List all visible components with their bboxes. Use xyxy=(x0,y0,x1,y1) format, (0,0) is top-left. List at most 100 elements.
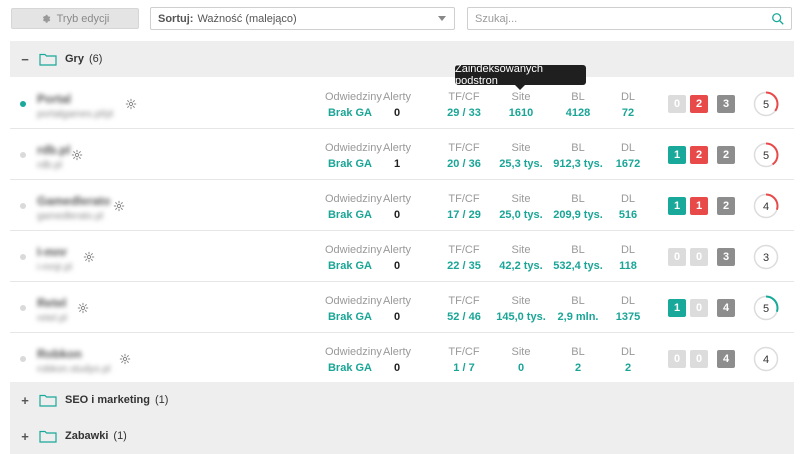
site-info[interactable]: Portal portalgames.pl/pl xyxy=(37,92,113,120)
count-badge[interactable]: 0 xyxy=(690,350,708,368)
metric-tfcf: TF/CF 17 / 29 xyxy=(435,193,493,221)
expand-icon[interactable]: + xyxy=(20,429,30,444)
metric-value: 0 xyxy=(393,209,401,221)
gear-icon[interactable] xyxy=(83,251,95,263)
edit-mode-button[interactable]: Tryb edycji xyxy=(11,8,139,29)
table-row[interactable]: Gamedlerato gamedlerato.pl Odwiedziny Br… xyxy=(10,180,794,231)
site-name: Robkon xyxy=(37,347,82,361)
metric-value[interactable]: Brak GA xyxy=(325,311,375,323)
count-badge[interactable]: 1 xyxy=(668,197,686,215)
gear-icon[interactable] xyxy=(119,353,131,365)
metric-label: Odwiedziny xyxy=(325,244,382,256)
metric-label: DL xyxy=(620,142,636,154)
metric-bl: BL 2,9 mln. xyxy=(545,295,611,323)
metric-label: TF/CF xyxy=(448,193,480,205)
metric-value[interactable]: Brak GA xyxy=(325,158,375,170)
site-info[interactable]: rdb.pl rdb.pl xyxy=(37,143,70,171)
gear-icon[interactable] xyxy=(71,149,83,161)
site-info[interactable]: Gamedlerato gamedlerato.pl xyxy=(37,194,110,222)
count-badge[interactable]: 2 xyxy=(690,95,708,113)
metric-value: 2 xyxy=(574,362,582,374)
site-info[interactable]: I-mnr i-mnjr.pl xyxy=(37,245,72,273)
metric-value: 22 / 35 xyxy=(447,260,481,272)
metric-label: Alerty xyxy=(382,295,412,307)
metric-visits: Odwiedziny Brak GA xyxy=(325,295,382,323)
table-row[interactable]: I-mnr i-mnjr.pl Odwiedziny Brak GA Alert… xyxy=(10,231,794,282)
search-input[interactable] xyxy=(468,8,758,29)
count-badge[interactable]: 0 xyxy=(690,299,708,317)
metric-value: 1672 xyxy=(615,158,641,170)
count-badge[interactable]: 1 xyxy=(668,299,686,317)
toolbar: Tryb edycji Sortuj: Ważność (malejąco) xyxy=(0,0,800,40)
metric-label: Site xyxy=(511,346,531,358)
group-header-zabawki[interactable]: + Zabawki (1) xyxy=(10,418,794,454)
count-badge[interactable]: 2 xyxy=(717,197,735,215)
expand-icon[interactable]: + xyxy=(20,393,30,408)
metric-value[interactable]: Brak GA xyxy=(325,362,375,374)
count-badge[interactable]: 0 xyxy=(668,350,686,368)
metric-value[interactable]: Brak GA xyxy=(325,107,375,119)
group-count: (1) xyxy=(154,394,169,406)
group-count: (6) xyxy=(88,53,103,65)
count-badge[interactable]: 0 xyxy=(668,95,686,113)
table-row[interactable]: Retel retel.pl Odwiedziny Brak GA Alerty… xyxy=(10,282,794,333)
sort-label: Sortuj: xyxy=(158,12,194,25)
metric-value: 516 xyxy=(618,209,638,221)
metric-label: Odwiedziny xyxy=(325,91,382,103)
metric-value: 118 xyxy=(619,260,637,272)
metric-label: TF/CF xyxy=(448,295,480,307)
metric-value[interactable]: Brak GA xyxy=(325,209,375,221)
count-badge[interactable]: 2 xyxy=(717,146,735,164)
gear-icon[interactable] xyxy=(77,302,89,314)
metric-value[interactable]: Brak GA xyxy=(325,260,375,272)
table-row[interactable]: rdb.pl rdb.pl Odwiedziny Brak GA Alerty … xyxy=(10,129,794,180)
metric-label: Odwiedziny xyxy=(325,346,382,358)
group-name: Gry xyxy=(65,53,84,65)
metric-visits: Odwiedziny Brak GA xyxy=(325,244,382,272)
metric-site: Site 25,3 tys. xyxy=(492,142,550,170)
metric-tfcf: TF/CF 1 / 7 xyxy=(435,346,493,374)
metric-dl: DL 516 xyxy=(613,193,643,221)
gear-icon[interactable] xyxy=(113,200,125,212)
site-url: i-mnjr.pl xyxy=(37,262,73,273)
count-badge[interactable]: 3 xyxy=(717,95,735,113)
count-badge[interactable]: 3 xyxy=(717,248,735,266)
metric-label: BL xyxy=(571,91,585,103)
site-info[interactable]: Robkon robkon.studyo.pl xyxy=(37,347,110,375)
gear-icon[interactable] xyxy=(125,98,137,110)
group-name: Zabawki xyxy=(65,430,109,442)
metric-value: 912,3 tys. xyxy=(553,158,603,170)
count-badge[interactable]: 4 xyxy=(717,350,735,368)
count-badge[interactable]: 0 xyxy=(668,248,686,266)
collapse-icon[interactable]: − xyxy=(20,52,30,67)
metric-value: 25,0 tys. xyxy=(499,209,543,221)
metric-dl: DL 2 xyxy=(613,346,643,374)
count-badge[interactable]: 0 xyxy=(690,248,708,266)
search-icon[interactable] xyxy=(771,12,785,26)
site-name: Retel xyxy=(37,296,67,310)
count-badge[interactable]: 1 xyxy=(668,146,686,164)
score-value: 5 xyxy=(763,150,769,162)
metric-label: Alerty xyxy=(382,346,412,358)
table-row[interactable]: Portal portalgames.pl/pl Odwiedziny Brak… xyxy=(10,78,794,129)
folder-icon xyxy=(39,53,57,66)
count-badge[interactable]: 1 xyxy=(690,197,708,215)
metric-label: TF/CF xyxy=(448,142,480,154)
folder-icon xyxy=(39,430,57,443)
metric-alerts: Alerty 0 xyxy=(382,295,412,323)
metric-label: Odwiedziny xyxy=(325,295,382,307)
site-info[interactable]: Retel retel.pl xyxy=(37,296,67,324)
metric-label: Odwiedziny xyxy=(325,193,382,205)
count-badge[interactable]: 2 xyxy=(690,146,708,164)
site-name: I-mnr xyxy=(37,245,67,259)
site-url: rdb.pl xyxy=(37,160,63,171)
metric-value: 0 xyxy=(393,362,401,374)
group-name: SEO i marketing xyxy=(65,394,150,406)
count-badge[interactable]: 4 xyxy=(717,299,735,317)
group-header-gry[interactable]: − Gry (6) xyxy=(10,41,794,77)
table-row[interactable]: Robkon robkon.studyo.pl Odwiedziny Brak … xyxy=(10,333,794,384)
metric-tfcf: TF/CF 29 / 33 xyxy=(435,91,493,119)
group-header-seo[interactable]: + SEO i marketing (1) xyxy=(10,382,794,418)
metric-value: 72 xyxy=(621,107,635,119)
sort-select[interactable]: Sortuj: Ważność (malejąco) xyxy=(150,7,455,30)
